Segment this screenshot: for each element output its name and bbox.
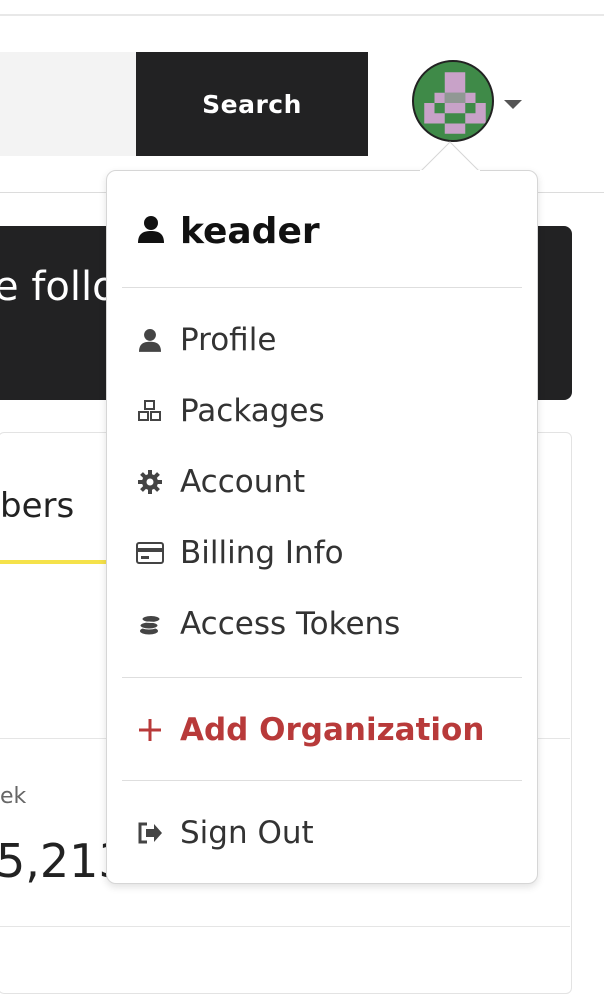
dropdown-arrow <box>420 141 480 172</box>
identicon-icon <box>424 72 486 134</box>
menu-item-sign-out[interactable]: Sign Out <box>136 810 314 856</box>
plus-icon <box>136 716 164 744</box>
cubes-icon <box>136 397 164 425</box>
menu-item-profile[interactable]: Profile <box>136 317 276 363</box>
menu-username-row: keader <box>138 206 320 256</box>
row-divider <box>0 926 570 927</box>
menu-item-account[interactable]: Account <box>136 459 305 505</box>
menu-divider <box>122 287 522 288</box>
menu-item-label: Profile <box>180 322 277 358</box>
sign-out-icon <box>136 819 164 847</box>
coins-icon <box>136 610 164 638</box>
menu-item-access-tokens[interactable]: Access Tokens <box>136 601 400 647</box>
menu-divider <box>122 677 522 678</box>
credit-card-icon <box>136 539 164 567</box>
menu-divider <box>122 780 522 781</box>
search-button[interactable]: Search <box>136 52 368 156</box>
menu-item-label: Sign Out <box>180 815 314 851</box>
stat-label: ek <box>0 784 27 809</box>
user-menu-toggle[interactable] <box>412 60 532 148</box>
menu-item-packages[interactable]: Packages <box>136 388 325 434</box>
menu-item-label: Add Organization <box>180 712 485 748</box>
search-input[interactable] <box>0 52 136 156</box>
menu-item-billing-info[interactable]: Billing Info <box>136 530 344 576</box>
tab-active-label[interactable]: bers <box>0 486 74 526</box>
user-icon <box>136 326 164 354</box>
user-icon <box>138 215 164 247</box>
menu-item-label: Packages <box>180 393 325 429</box>
menu-item-label: Billing Info <box>180 535 344 571</box>
chevron-down-icon <box>504 100 522 109</box>
user-dropdown-menu <box>106 170 538 884</box>
banner-text: e follo <box>0 264 117 310</box>
menu-item-add-organization[interactable]: Add Organization <box>136 707 484 753</box>
top-border <box>0 14 604 16</box>
avatar <box>412 60 494 142</box>
menu-item-label: Access Tokens <box>180 606 401 642</box>
menu-item-label: Account <box>180 464 306 500</box>
username: keader <box>180 210 320 252</box>
gear-icon <box>136 468 164 496</box>
